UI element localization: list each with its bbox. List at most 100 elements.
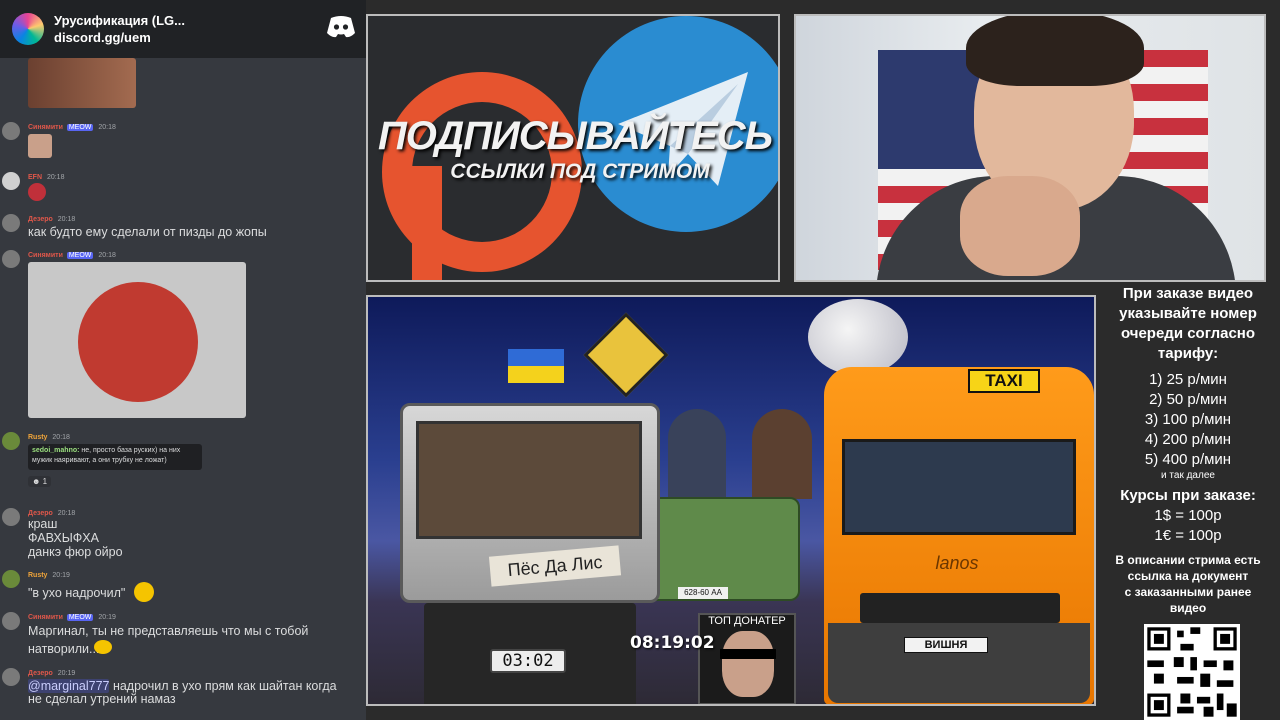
message-meta: Синямити MEOW 20:18 (28, 124, 116, 131)
timestamp: 20:18 (98, 252, 116, 259)
message-text-part: надрочил в ухо прям как шайтан когда (109, 679, 337, 693)
image-attachment[interactable] (28, 58, 136, 108)
username[interactable]: Rusty (28, 572, 47, 579)
road-sign-icon (583, 312, 669, 398)
message-text: Маргинал, ты не представляешь что мы с т… (28, 624, 309, 638)
reaction-emoji-icon: ☻ (32, 477, 41, 486)
promo-subtitle: ССЫЛКИ ПОД СТРИМОМ (450, 160, 710, 183)
subscribe-promo-panel: ПОДПИСЫВАЙТЕСЬ ССЫЛКИ ПОД СТРИМОМ (366, 14, 780, 282)
bus-bumper (828, 623, 1090, 703)
reply-username: sedoi_mahno: (32, 447, 80, 454)
tariff-item: 4) 200 р/мин (1144, 431, 1232, 448)
description-note: видео (1169, 601, 1207, 615)
niva-car (646, 497, 800, 601)
role-badge: MEOW (66, 614, 94, 621)
rates-heading: Курсы при заказе: (1120, 487, 1256, 504)
message-text: натворили... (28, 642, 100, 656)
avatar[interactable] (2, 570, 20, 588)
message-meta: Rusty 20:18 (28, 434, 70, 441)
taxi-sign: TAXI (968, 369, 1040, 393)
timestamp: 20:18 (98, 124, 116, 131)
avatar[interactable] (2, 122, 20, 140)
message-meta: Синямити MEOW 20:19 (28, 614, 116, 621)
promo-title: ПОДПИСЫВАЙТЕСЬ (377, 114, 773, 158)
nervous-emoji-icon (94, 640, 112, 654)
user-mention[interactable]: @marginal777 (28, 679, 110, 693)
username[interactable]: Дезеро (28, 510, 53, 517)
timestamp: 20:18 (46, 174, 65, 181)
timestamp: 20:19 (57, 670, 76, 677)
avatar[interactable] (2, 250, 20, 268)
avatar[interactable] (2, 612, 20, 630)
emote (28, 134, 52, 158)
tariff-item: 2) 50 р/мин (1149, 391, 1227, 408)
username[interactable]: Rusty (28, 434, 47, 441)
timestamp: 20:18 (57, 216, 76, 223)
angry-bird-image[interactable] (28, 262, 246, 418)
avatar[interactable] (2, 668, 20, 686)
info-heading: тарифу: (1157, 345, 1219, 362)
angry-bird-icon (78, 282, 198, 402)
username[interactable]: Дезеро (28, 670, 53, 677)
avatar[interactable] (2, 508, 20, 526)
discord-chat-overlay: Урусификация (LG... discord.gg/uem Синям… (0, 0, 366, 720)
message-meta: EFN 20:18 (28, 174, 64, 181)
rate-item: 1$ = 100р (1154, 507, 1222, 524)
rate-item: 1€ = 100р (1154, 527, 1222, 544)
reaction[interactable]: ☻ 1 (28, 476, 52, 487)
message-text: не сделал утрений намаз (28, 692, 176, 706)
game-scene: 628-60 АА Пёс Да Лис 03:02 TAXI lanos ВИ… (366, 295, 1096, 706)
username[interactable]: Синямити (28, 124, 63, 131)
server-title: Урусификация (LG... (54, 13, 185, 28)
jeep-timer: 03:02 (490, 649, 566, 673)
streamer-hand (960, 176, 1080, 276)
bus-windshield (842, 439, 1076, 535)
message-text: "в ухо надрочил" (28, 586, 126, 600)
username[interactable]: Дезеро (28, 216, 53, 223)
timestamp: 20:18 (57, 510, 76, 517)
stream-clock: 08:19:02 (630, 633, 715, 653)
server-icon (12, 13, 44, 45)
top-donor-label: ТОП ДОНАТЕР (708, 615, 786, 627)
message-text: как будто ему сделали от пизды до жопы (28, 225, 267, 239)
discord-icon (327, 16, 355, 38)
timestamp: 20:19 (98, 614, 116, 621)
tariff-item: 1) 25 р/мин (1149, 371, 1227, 388)
avatar[interactable] (2, 432, 20, 450)
ukraine-flag-icon (508, 349, 564, 383)
role-badge: MEOW (66, 252, 94, 259)
username[interactable]: EFN (28, 174, 42, 181)
message-meta: Синямити MEOW 20:18 (28, 252, 116, 259)
bus-brand: lanos (935, 553, 979, 573)
censor-bar (720, 649, 776, 659)
tariff-item: 3) 100 р/мин (1144, 411, 1232, 428)
moon (808, 299, 908, 375)
patreon-logo-bar (412, 166, 442, 280)
message-meta: Дезеро 20:19 (28, 670, 75, 677)
info-heading: указывайте номер (1119, 305, 1257, 322)
top-donor-avatar (722, 631, 774, 697)
description-note: с заказанными ранее (1124, 585, 1252, 599)
role-badge: MEOW (66, 124, 94, 131)
message-meta: Rusty 20:19 (28, 572, 70, 579)
qr-code-icon (1144, 624, 1240, 720)
niva-plate: 628-60 АА (678, 587, 728, 599)
emote (28, 183, 46, 201)
timestamp: 20:18 (52, 434, 70, 441)
reaction-count: 1 (42, 477, 48, 486)
avatar[interactable] (2, 214, 20, 232)
message-meta: Дезеро 20:18 (28, 216, 75, 223)
streamer-hair (966, 16, 1144, 86)
info-heading: При заказе видео (1122, 285, 1254, 302)
message-text: @marginal777 надрочил в ухо прям как шай… (28, 679, 337, 693)
jeep-window (416, 421, 642, 539)
message-meta: Дезеро 20:18 (28, 510, 75, 517)
username[interactable]: Синямити (28, 614, 63, 621)
username[interactable]: Синямити (28, 252, 63, 259)
character (752, 409, 812, 499)
chat-header: Урусификация (LG... discord.gg/uem (0, 0, 366, 58)
tariff-item: 5) 400 р/мин (1144, 451, 1232, 468)
message-text: краш (28, 517, 58, 531)
avatar[interactable] (2, 172, 20, 190)
bus-grill (860, 593, 1060, 623)
